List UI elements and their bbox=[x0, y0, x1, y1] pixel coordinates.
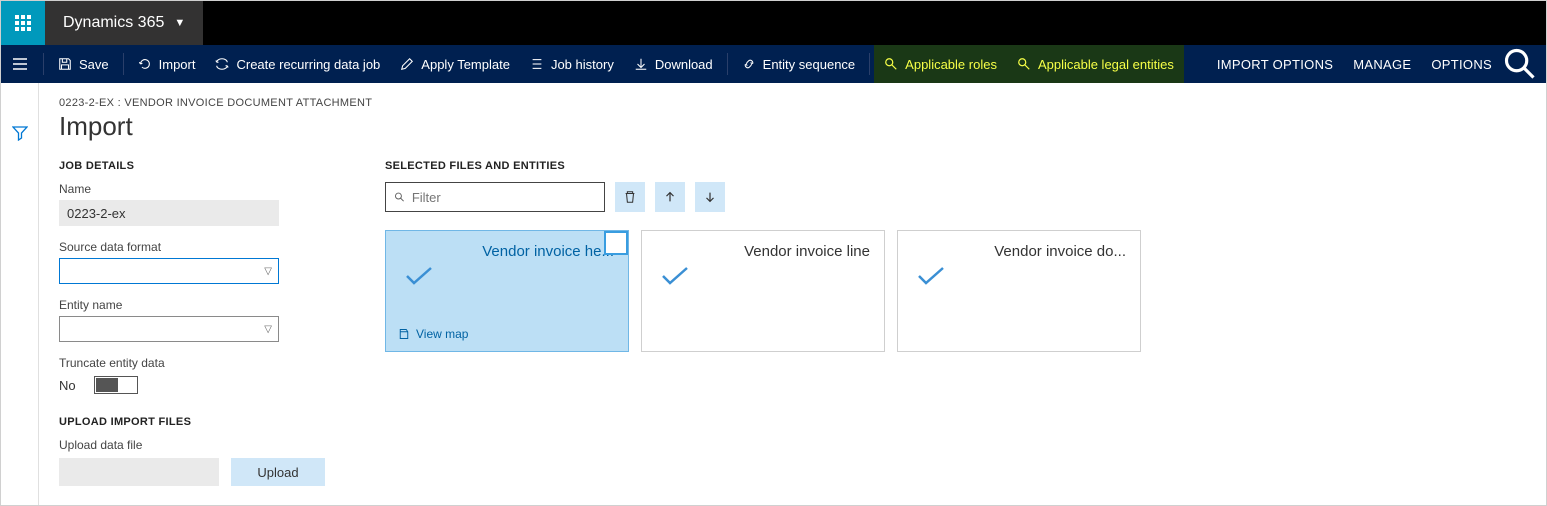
download-icon bbox=[634, 57, 648, 71]
import-options-menu[interactable]: IMPORT OPTIONS bbox=[1207, 45, 1343, 83]
check-icon bbox=[916, 265, 946, 292]
upload-file-field[interactable] bbox=[59, 458, 219, 486]
brand-label: Dynamics 365 bbox=[63, 14, 164, 32]
entity-card-title: Vendor invoice he... bbox=[448, 243, 614, 260]
import-button[interactable]: Import bbox=[128, 45, 206, 83]
search-icon bbox=[394, 191, 406, 204]
nav-toggle-button[interactable] bbox=[1, 56, 39, 72]
job-details-panel: JOB DETAILS Name Source data format ▽ En… bbox=[59, 160, 329, 486]
options-menu[interactable]: OPTIONS bbox=[1421, 45, 1502, 83]
entity-sequence-button[interactable]: Entity sequence bbox=[732, 45, 866, 83]
chevron-down-icon: ▼ bbox=[174, 17, 185, 29]
recurring-job-button[interactable]: Create recurring data job bbox=[205, 45, 390, 83]
filter-pane-button[interactable] bbox=[12, 125, 28, 146]
main-area: 0223-2-EX : VENDOR INVOICE DOCUMENT ATTA… bbox=[1, 83, 1546, 505]
chevron-down-icon: ▽ bbox=[264, 324, 272, 335]
entities-panel: SELECTED FILES AND ENTITIES bbox=[385, 160, 1546, 486]
refresh-icon bbox=[138, 57, 152, 71]
brand-menu[interactable]: Dynamics 365 ▼ bbox=[45, 1, 203, 45]
entity-card[interactable]: Vendor invoice he... View map bbox=[385, 230, 629, 352]
view-map-link[interactable]: View map bbox=[398, 327, 468, 341]
apply-template-button[interactable]: Apply Template bbox=[390, 45, 520, 83]
waffle-icon bbox=[15, 15, 31, 31]
entity-card[interactable]: Vendor invoice line bbox=[641, 230, 885, 352]
selection-checkbox[interactable] bbox=[604, 231, 628, 255]
check-icon bbox=[404, 265, 434, 292]
content: 0223-2-EX : VENDOR INVOICE DOCUMENT ATTA… bbox=[39, 83, 1546, 505]
search-icon bbox=[884, 57, 898, 71]
download-button[interactable]: Download bbox=[624, 45, 723, 83]
entity-label: Entity name bbox=[59, 298, 329, 312]
move-down-button[interactable] bbox=[695, 182, 725, 212]
filter-box[interactable] bbox=[385, 182, 605, 212]
truncate-value: No bbox=[59, 378, 76, 393]
top-bar: Dynamics 365 ▼ bbox=[1, 1, 1546, 45]
save-button[interactable]: Save bbox=[48, 45, 119, 83]
entity-card-title: Vendor invoice do... bbox=[960, 243, 1126, 260]
hamburger-icon bbox=[12, 56, 28, 72]
source-format-select[interactable]: ▽ bbox=[59, 258, 279, 284]
left-gutter bbox=[1, 83, 39, 505]
app-launcher-button[interactable] bbox=[1, 1, 45, 45]
funnel-icon bbox=[12, 125, 28, 141]
format-label: Source data format bbox=[59, 240, 329, 254]
entity-card[interactable]: Vendor invoice do... bbox=[897, 230, 1141, 352]
name-input[interactable] bbox=[59, 200, 279, 226]
delete-button[interactable] bbox=[615, 182, 645, 212]
entity-card-title: Vendor invoice line bbox=[704, 243, 870, 260]
page-title: Import bbox=[59, 111, 1546, 142]
list-icon bbox=[530, 57, 544, 71]
section-header: UPLOAD IMPORT FILES bbox=[59, 416, 329, 428]
global-search-button[interactable] bbox=[1502, 46, 1538, 82]
applicable-legal-entities-button[interactable]: Applicable legal entities bbox=[1007, 45, 1184, 83]
action-bar: Save Import Create recurring data job Ap… bbox=[1, 45, 1546, 83]
move-up-button[interactable] bbox=[655, 182, 685, 212]
breadcrumb: 0223-2-EX : VENDOR INVOICE DOCUMENT ATTA… bbox=[59, 97, 1546, 109]
check-icon bbox=[660, 265, 690, 292]
pencil-icon bbox=[400, 57, 414, 71]
chevron-down-icon: ▽ bbox=[264, 266, 272, 277]
search-icon bbox=[1502, 46, 1538, 82]
applicable-roles-button[interactable]: Applicable roles bbox=[874, 45, 1007, 83]
truncate-toggle[interactable] bbox=[94, 376, 138, 394]
job-history-button[interactable]: Job history bbox=[520, 45, 624, 83]
name-label: Name bbox=[59, 182, 329, 196]
filter-input[interactable] bbox=[412, 190, 596, 205]
cycle-icon bbox=[215, 57, 229, 71]
search-icon bbox=[1017, 57, 1031, 71]
manage-menu[interactable]: MANAGE bbox=[1343, 45, 1421, 83]
save-icon bbox=[58, 57, 72, 71]
upload-label: Upload data file bbox=[59, 438, 329, 452]
truncate-label: Truncate entity data bbox=[59, 356, 329, 370]
trash-icon bbox=[623, 190, 637, 204]
link-icon bbox=[742, 57, 756, 71]
section-header: JOB DETAILS bbox=[59, 160, 329, 172]
section-header: SELECTED FILES AND ENTITIES bbox=[385, 160, 1546, 172]
entity-name-select[interactable]: ▽ bbox=[59, 316, 279, 342]
map-icon bbox=[398, 328, 410, 340]
arrow-up-icon bbox=[663, 190, 677, 204]
arrow-down-icon bbox=[703, 190, 717, 204]
upload-button[interactable]: Upload bbox=[231, 458, 325, 486]
